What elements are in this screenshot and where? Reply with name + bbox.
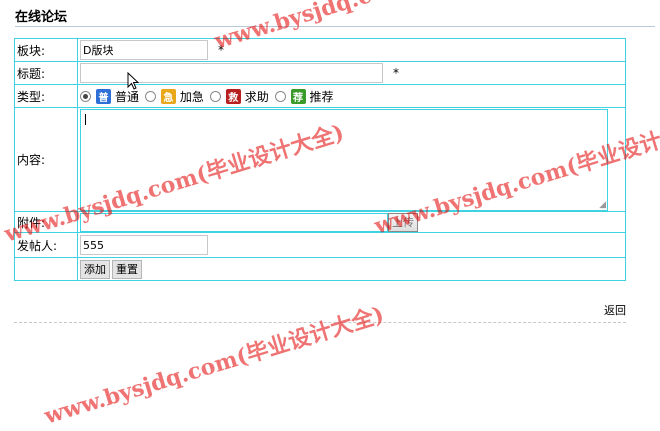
poster-label: 发帖人:: [14, 232, 78, 258]
mouse-pointer-icon: [127, 72, 139, 90]
help-icon: 救: [225, 88, 241, 104]
attachment-row: 附件: 上传: [14, 211, 626, 233]
content-textarea[interactable]: ◢: [80, 108, 608, 211]
subject-field[interactable]: [80, 63, 383, 83]
content-cell: ◢: [77, 107, 626, 212]
type-radio-urgent[interactable]: [144, 90, 156, 102]
board-cell: D版块 *: [77, 38, 626, 62]
poster-field[interactable]: 555: [80, 235, 208, 255]
poster-cell: 555: [77, 232, 626, 258]
board-required-mark: *: [218, 43, 224, 57]
title-divider: [15, 26, 655, 27]
type-radio-normal[interactable]: [80, 90, 91, 102]
back-link[interactable]: 返回: [604, 302, 626, 318]
type-option-help[interactable]: 救 求助: [209, 88, 269, 105]
normal-icon: 普: [96, 88, 111, 104]
subject-label: 标题:: [14, 61, 78, 85]
type-label: 类型:: [14, 84, 78, 108]
subject-cell: *: [77, 61, 626, 85]
type-cell: 普 普通 急 加急 救 求助 荐 推荐: [77, 84, 626, 108]
content-label: 内容:: [14, 107, 78, 212]
content-row: 内容: ◢: [14, 107, 626, 212]
type-option-recommend[interactable]: 荐 推荐: [274, 88, 334, 105]
upload-button[interactable]: 上传: [388, 212, 418, 232]
type-option-urgent[interactable]: 急 加急: [144, 88, 204, 105]
attachment-label: 附件:: [14, 211, 78, 233]
subject-required-mark: *: [393, 66, 399, 80]
post-form: 板块: D版块 * 标题: * 类型: 普 普通 急 加急 救 求助 荐 推荐 …: [14, 38, 626, 281]
poster-row: 发帖人: 555: [14, 232, 626, 258]
resize-grip-icon[interactable]: ◢: [599, 200, 606, 209]
type-option-label: 求助: [244, 89, 269, 104]
recommend-icon: 荐: [290, 88, 306, 104]
type-row: 类型: 普 普通 急 加急 救 求助 荐 推荐: [14, 84, 626, 108]
board-label: 板块:: [14, 38, 78, 62]
footer-divider: [14, 322, 626, 323]
reset-button[interactable]: 重置: [112, 259, 142, 279]
subject-row: 标题: *: [14, 61, 626, 85]
type-option-label: 加急: [179, 89, 204, 104]
type-radio-recommend[interactable]: [274, 90, 286, 102]
attachment-field[interactable]: [80, 212, 388, 232]
type-radio-help[interactable]: [209, 90, 221, 102]
type-option-label: 推荐: [309, 89, 334, 104]
action-label-cell: [14, 257, 78, 281]
text-caret: [85, 113, 86, 125]
watermark: www.bysjdq.com(毕业设计大全): [41, 301, 387, 430]
add-button[interactable]: 添加: [80, 259, 110, 279]
urgent-icon: 急: [160, 88, 176, 104]
board-field[interactable]: D版块: [80, 40, 208, 60]
board-row: 板块: D版块 *: [14, 38, 626, 62]
page-title: 在线论坛: [15, 10, 68, 25]
action-row: 添加 重置: [14, 257, 626, 281]
action-cell: 添加 重置: [77, 257, 626, 281]
attachment-cell: 上传: [77, 211, 626, 233]
